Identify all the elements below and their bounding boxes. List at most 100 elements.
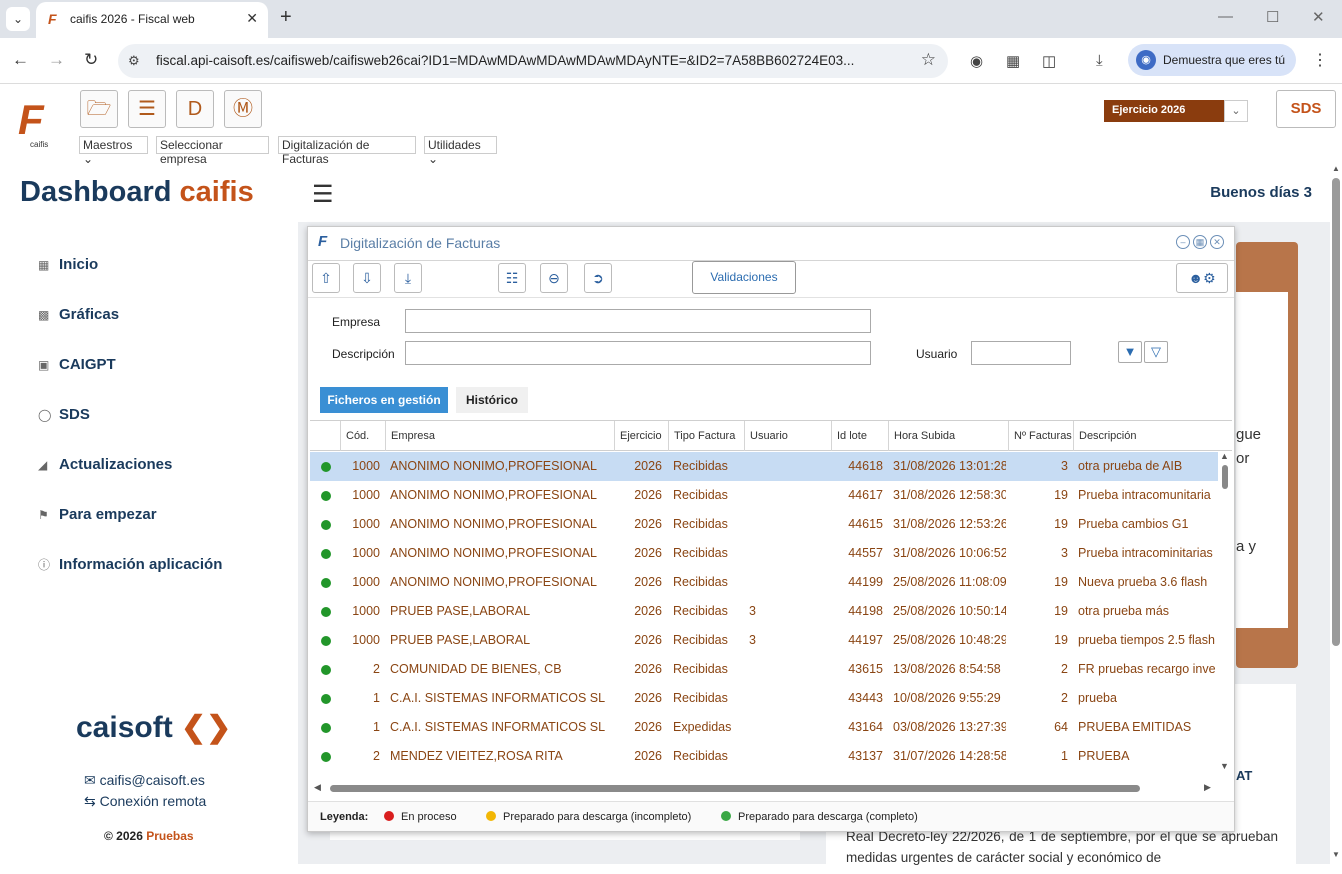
menu-digitalizacion-facturas[interactable]: Digitalización de Facturas [278, 136, 416, 166]
cell-descripcion: FR pruebas recargo inve [1078, 662, 1216, 676]
caisoft-logo-mark-icon: ❮❯ [181, 711, 232, 744]
empresa-input[interactable] [405, 309, 871, 333]
sds-button[interactable]: SDS [1276, 90, 1336, 128]
filter-button[interactable]: ▼ [1118, 341, 1142, 363]
cell-hora-subida: 31/07/2026 14:28:58 [893, 749, 1006, 763]
scrollbar-thumb[interactable] [330, 785, 1140, 792]
sidebar-item-sds[interactable]: ◯ SDS [38, 406, 90, 428]
forward-icon[interactable]: → [48, 50, 65, 70]
address-bar[interactable]: ⚙ fiscal.api-caisoft.es/caifisweb/caifis… [118, 44, 948, 78]
vertical-scrollbar[interactable]: ▲ ▼ [1218, 451, 1232, 772]
column-header-id-lote[interactable]: Id lote [831, 421, 888, 451]
qr-code-icon[interactable]: ▦ [1006, 52, 1020, 70]
back-icon[interactable]: ← [12, 50, 29, 70]
menu-maestros[interactable]: Maestros ⌄ [79, 136, 148, 166]
download-icon[interactable]: ⤓ [1096, 52, 1103, 69]
table-row[interactable]: 1 C.A.I. SISTEMAS INFORMATICOS SL 2026 Reci… [310, 684, 1218, 713]
column-header-empresa[interactable]: Empresa [385, 421, 614, 451]
extensions-puzzle-icon[interactable]: ◫ [1042, 52, 1056, 70]
email-link[interactable]: ✉ caifis@caisoft.es [84, 772, 205, 789]
cell-n-facturas: 1 [1061, 749, 1068, 763]
minimize-icon[interactable]: — [1218, 8, 1233, 25]
table-row[interactable]: 1 C.A.I. SISTEMAS INFORMATICOS SL 2026 Expe… [310, 713, 1218, 742]
tab-ficheros-en-gestion[interactable]: Ficheros en gestión [320, 387, 448, 413]
window-minimize-icon[interactable]: – [1176, 235, 1190, 249]
tab-search-chevron-icon[interactable]: ⌄ [6, 7, 30, 31]
scrollbar-thumb[interactable] [1222, 465, 1228, 489]
remove-button[interactable]: ⊖ [540, 263, 568, 293]
scroll-right-icon[interactable]: ▶ [1204, 782, 1211, 793]
browser-menu-icon[interactable]: ⋮ [1312, 50, 1328, 70]
usuario-input[interactable] [971, 341, 1071, 365]
cell-ejercicio: 2026 [634, 662, 662, 676]
window-restore-icon[interactable]: ▦ [1193, 235, 1207, 249]
ejercicio-select[interactable]: Ejercicio 2026 [1104, 100, 1224, 122]
scroll-up-icon[interactable]: ▲ [1332, 164, 1340, 173]
background-text: or [1236, 450, 1250, 467]
column-header-ejercicio[interactable]: Ejercicio [614, 421, 668, 451]
window-close-icon[interactable]: ✕ [1312, 8, 1325, 26]
browser-tab[interactable]: F caifis 2026 - Fiscal web ✕ [36, 2, 268, 38]
remote-connection-link[interactable]: ⇆ Conexión remota [84, 793, 206, 810]
upload-button[interactable]: ⇧ [312, 263, 340, 293]
scroll-left-icon[interactable]: ◀ [314, 782, 321, 793]
scroll-up-icon[interactable]: ▲ [1220, 451, 1229, 461]
table-row[interactable]: 1000 PRUEB PASE,LABORAL 2026 Recibidas 3 4419… [310, 597, 1218, 626]
scrollbar-thumb[interactable] [1332, 178, 1340, 646]
sidebar-item-actualizaciones[interactable]: ◢ Actualizaciones [38, 456, 172, 478]
table-row[interactable]: 1000 ANONIMO NONIMO,PROFESIONAL 2026 Recibi… [310, 539, 1218, 568]
users-sds-button[interactable]: ☻⚙ [1176, 263, 1228, 293]
page-scrollbar[interactable]: ▲ ▼ [1330, 164, 1342, 864]
table-row[interactable]: 1000 ANONIMO NONIMO,PROFESIONAL 2026 Recibi… [310, 568, 1218, 597]
validaciones-button[interactable]: Validaciones [692, 261, 796, 294]
tab-close-icon[interactable]: ✕ [246, 10, 258, 27]
table-row[interactable]: 1000 PRUEB PASE,LABORAL 2026 Recibidas 3 4419… [310, 626, 1218, 655]
cell-cod: 2 [373, 749, 380, 763]
maximize-icon[interactable]: ☐ [1266, 8, 1279, 26]
table-row[interactable]: 2 MENDEZ VIEITEZ,ROSA RITA 2026 Recibidas 43… [310, 742, 1218, 771]
column-header-usuario[interactable]: Usuario [744, 421, 831, 451]
open-folder-button[interactable]: 🗁 [80, 90, 118, 128]
hamburger-menu-icon[interactable]: ☰ [312, 180, 334, 209]
scroll-down-icon[interactable]: ▼ [1332, 850, 1340, 859]
new-tab-icon[interactable]: + [280, 6, 292, 29]
menu-seleccionar-empresa[interactable]: Seleccionar empresa [156, 136, 269, 166]
download-button[interactable]: ⇩ [353, 263, 381, 293]
sidebar-item-inicio[interactable]: ▦ Inicio [38, 256, 98, 278]
column-header-tipo-factura[interactable]: Tipo Factura [668, 421, 744, 451]
column-header-descripcion[interactable]: Descripción [1073, 421, 1218, 451]
sidebar-item-informacion[interactable]: ⓘ Información aplicación [38, 556, 222, 578]
column-header-cod[interactable]: Cód. [340, 421, 385, 451]
caifis-logo[interactable]: F caifis [18, 98, 66, 150]
column-header-n-facturas[interactable]: Nº Facturas [1008, 421, 1073, 451]
sidebar-item-caigpt[interactable]: ▣ CAIGPT [38, 356, 116, 378]
dgt-button[interactable]: D [176, 90, 214, 128]
chevron-down-icon[interactable]: ⌄ [1224, 100, 1248, 122]
scroll-down-icon[interactable]: ▼ [1220, 761, 1229, 771]
menu-utilidades[interactable]: Utilidades ⌄ [424, 136, 497, 166]
table-row[interactable]: 1000 ANONIMO NONIMO,PROFESIONAL 2026 Recibi… [310, 452, 1218, 481]
horizontal-scrollbar[interactable]: ◀ ▶ [314, 782, 1214, 793]
download-all-button[interactable]: ⤓ [394, 263, 422, 293]
reload-icon[interactable]: ↻ [84, 50, 98, 70]
cell-cod: 1000 [352, 575, 380, 589]
window-close-icon[interactable]: ✕ [1210, 235, 1224, 249]
exit-button[interactable]: ➲ [584, 263, 612, 293]
extension-globe-icon[interactable]: ◉ [970, 52, 983, 70]
table-row[interactable]: 1000 ANONIMO NONIMO,PROFESIONAL 2026 Recibi… [310, 510, 1218, 539]
column-header-hora-subida[interactable]: Hora Subida [888, 421, 1008, 451]
sidebar-item-para-empezar[interactable]: ⚑ Para empezar [38, 506, 157, 528]
tab-historico[interactable]: Histórico [456, 387, 528, 413]
table-row[interactable]: 1000 ANONIMO NONIMO,PROFESIONAL 2026 Recibi… [310, 481, 1218, 510]
site-settings-icon[interactable]: ⚙ [128, 53, 140, 69]
clear-filter-button[interactable]: ▽ [1144, 341, 1168, 363]
descripcion-input[interactable] [405, 341, 871, 365]
url-text[interactable]: fiscal.api-caisoft.es/caifisweb/caifiswe… [156, 53, 908, 68]
export-excel-button[interactable]: ☷ [498, 263, 526, 293]
profile-button[interactable]: ◉ Demuestra que eres tú [1128, 44, 1296, 76]
stack-button[interactable]: ☰ [128, 90, 166, 128]
m-button[interactable]: Ⓜ [224, 90, 262, 128]
sidebar-item-graficas[interactable]: ▩ Gráficas [38, 306, 119, 328]
table-row[interactable]: 2 COMUNIDAD DE BIENES, CB 2026 Recibidas 436… [310, 655, 1218, 684]
bookmark-star-icon[interactable]: ☆ [921, 50, 936, 70]
